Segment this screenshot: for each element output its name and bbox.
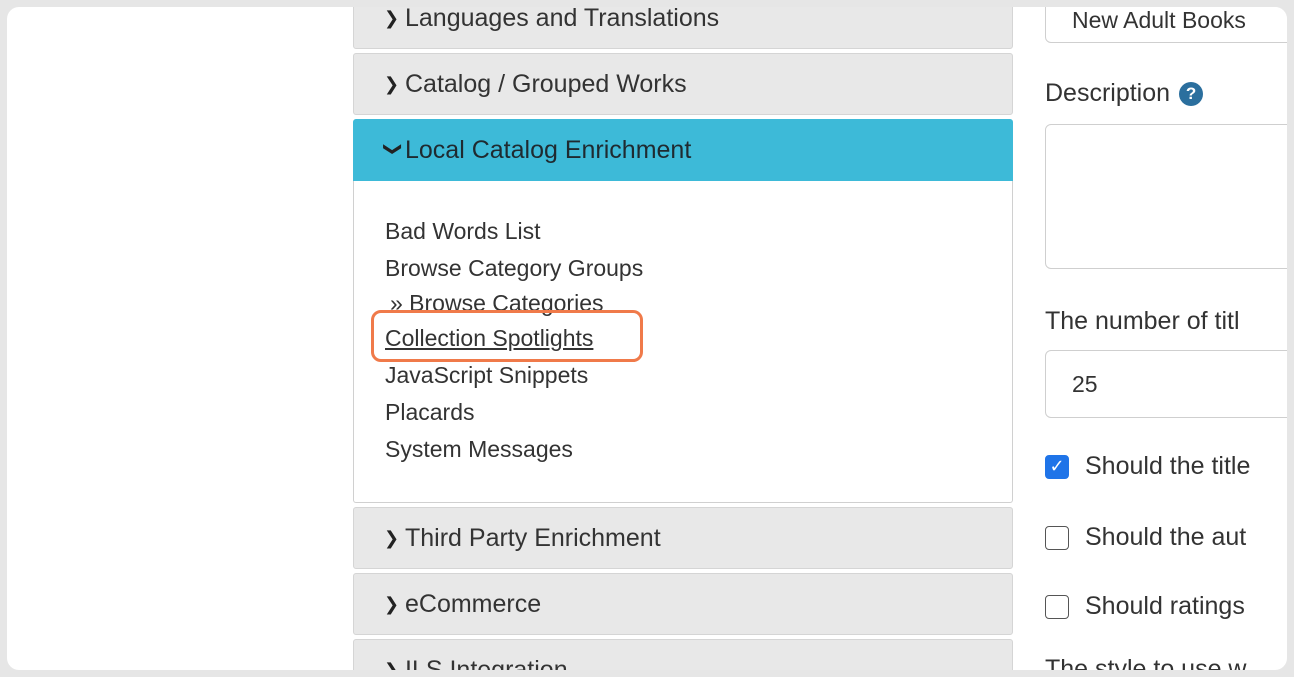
browser-viewport: ❯ Languages and Translations ❯ Catalog /… xyxy=(7,7,1287,670)
chevron-right-icon: ❯ xyxy=(384,659,400,671)
accordion-header-label: eCommerce xyxy=(405,589,542,618)
accordion-header-ecommerce[interactable]: ❯ eCommerce xyxy=(353,573,1013,635)
accordion-header-label: Languages and Translations xyxy=(405,7,720,32)
checkbox-row-show-author[interactable]: Should the aut xyxy=(1045,523,1246,552)
menu-link-browse-category-groups[interactable]: Browse Category Groups xyxy=(385,250,1012,287)
accordion-header-catalog[interactable]: ❯ Catalog / Grouped Works xyxy=(353,53,1013,115)
menu-link-system-messages[interactable]: System Messages xyxy=(385,431,1012,468)
checkbox-row-show-title[interactable]: ✓ Should the title xyxy=(1045,452,1250,481)
description-textarea[interactable] xyxy=(1045,124,1287,269)
menu-link-collection-spotlights[interactable]: Collection Spotlights xyxy=(385,320,593,357)
checkbox-unchecked[interactable] xyxy=(1045,594,1069,619)
chevron-down-icon: ❯ xyxy=(383,141,404,157)
name-input[interactable]: New Adult Books xyxy=(1045,7,1287,43)
accordion-header-third-party-enrichment[interactable]: ❯ Third Party Enrichment xyxy=(353,507,1013,569)
checkbox-label: Should the aut xyxy=(1085,523,1247,551)
help-icon[interactable]: ? xyxy=(1179,82,1204,106)
menu-link-placards[interactable]: Placards xyxy=(385,394,1012,431)
chevron-right-icon: ❯ xyxy=(384,7,400,28)
accordion-header-label: Catalog / Grouped Works xyxy=(405,69,687,98)
description-label: Description ? xyxy=(1045,79,1204,108)
chevron-right-icon: ❯ xyxy=(384,73,400,94)
menu-link-javascript-snippets[interactable]: JavaScript Snippets xyxy=(385,357,1012,394)
style-label: The style to use w xyxy=(1045,655,1247,670)
accordion-header-languages[interactable]: ❯ Languages and Translations xyxy=(353,7,1013,49)
accordion-header-label: Local Catalog Enrichment xyxy=(405,135,692,164)
accordion-header-label: ILS Integration xyxy=(405,655,568,671)
checkbox-label: Should the title xyxy=(1085,452,1251,480)
accordion-header-local-catalog-enrichment[interactable]: ❯ Local Catalog Enrichment xyxy=(353,119,1013,181)
chevron-right-icon: ❯ xyxy=(384,593,400,614)
checkbox-unchecked[interactable] xyxy=(1045,525,1069,550)
number-of-titles-label: The number of titl xyxy=(1045,307,1240,335)
highlight-annotation: Collection Spotlights xyxy=(371,310,643,362)
number-of-titles-input[interactable]: 25 xyxy=(1045,350,1287,418)
chevron-right-icon: ❯ xyxy=(384,527,400,548)
menu-link-bad-words-list[interactable]: Bad Words List xyxy=(385,213,1012,250)
checkbox-row-show-ratings[interactable]: Should ratings xyxy=(1045,592,1245,621)
accordion-header-ils-integration[interactable]: ❯ ILS Integration xyxy=(353,639,1013,670)
accordion-header-label: Third Party Enrichment xyxy=(405,523,661,552)
accordion-panel-local-catalog-enrichment: Bad Words List Browse Category Groups » … xyxy=(353,181,1013,503)
checkbox-checked[interactable]: ✓ xyxy=(1045,454,1069,479)
menu-link-browse-categories[interactable]: » Browse Categories xyxy=(385,285,1012,320)
admin-menu-accordion: ❯ Languages and Translations ❯ Catalog /… xyxy=(353,7,1013,670)
checkbox-label: Should ratings xyxy=(1085,592,1245,620)
